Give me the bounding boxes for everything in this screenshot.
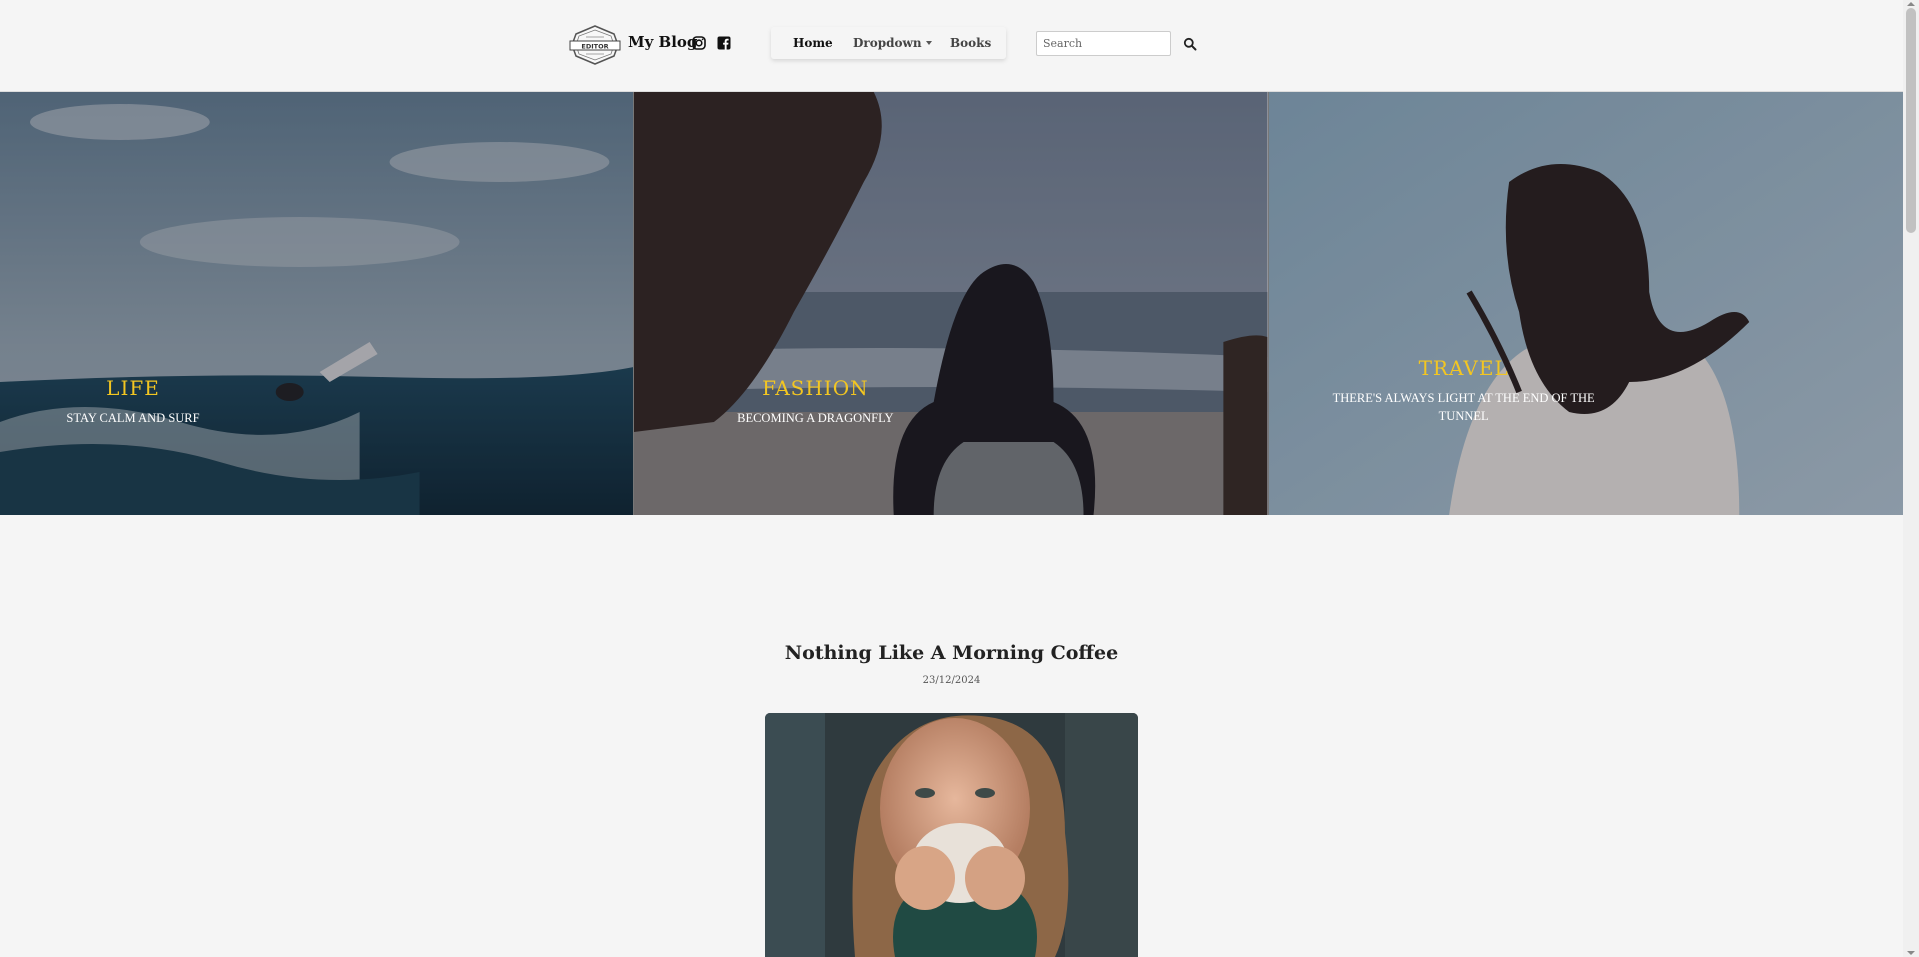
- post-title[interactable]: Nothing Like A Morning Coffee: [0, 642, 1903, 664]
- logo-text: EDITOR: [581, 43, 608, 51]
- post-date: 23/12/2024: [922, 675, 981, 686]
- instagram-icon[interactable]: [691, 35, 707, 51]
- nav-books[interactable]: Books: [950, 36, 991, 50]
- panel-overlay: [0, 92, 634, 515]
- panel-category[interactable]: TRAVEL: [1329, 356, 1599, 380]
- facebook-icon[interactable]: [716, 35, 732, 51]
- panel-caption: LIFE STAY CALM AND SURF: [33, 376, 233, 427]
- panel-overlay: [634, 92, 1268, 515]
- nav-dropdown-label: Dropdown: [853, 36, 922, 50]
- brand-title[interactable]: My Blog: [628, 33, 697, 51]
- hero-panels: LIFE STAY CALM AND SURF FASHION BECOMING…: [0, 92, 1903, 515]
- panel-subtitle[interactable]: THERE'S ALWAYS LIGHT AT THE END OF THE T…: [1329, 389, 1599, 425]
- site-header: EDITOR My Blog Home Dropdown Books: [0, 0, 1903, 92]
- nav-dropdown[interactable]: Dropdown: [853, 36, 932, 50]
- panel-category[interactable]: FASHION: [695, 376, 935, 400]
- post-image[interactable]: [765, 713, 1138, 957]
- hero-panel-life[interactable]: LIFE STAY CALM AND SURF: [0, 92, 635, 515]
- nav-home[interactable]: Home: [793, 36, 833, 50]
- panel-category[interactable]: LIFE: [33, 376, 233, 400]
- search-icon[interactable]: [1183, 37, 1197, 51]
- editor-logo[interactable]: EDITOR: [568, 24, 622, 66]
- panel-caption: TRAVEL THERE'S ALWAYS LIGHT AT THE END O…: [1329, 356, 1599, 425]
- panel-overlay: [1268, 92, 1903, 515]
- coffee-photo: [765, 713, 1138, 957]
- scroll-down-icon[interactable]: [1907, 951, 1915, 955]
- scroll-thumb[interactable]: [1906, 8, 1916, 233]
- hero-panel-travel[interactable]: TRAVEL THERE'S ALWAYS LIGHT AT THE END O…: [1268, 92, 1903, 515]
- panel-caption: FASHION BECOMING A DRAGONFLY: [695, 376, 935, 427]
- caret-down-icon: [925, 41, 932, 45]
- scroll-up-icon[interactable]: [1907, 2, 1915, 6]
- main-nav: Home Dropdown Books: [771, 27, 1006, 59]
- panel-subtitle[interactable]: BECOMING A DRAGONFLY: [695, 409, 935, 427]
- panel-subtitle[interactable]: STAY CALM AND SURF: [33, 409, 233, 427]
- page-scrollbar[interactable]: [1903, 0, 1919, 957]
- search-input[interactable]: [1036, 31, 1171, 56]
- hero-panel-fashion[interactable]: FASHION BECOMING A DRAGONFLY: [634, 92, 1269, 515]
